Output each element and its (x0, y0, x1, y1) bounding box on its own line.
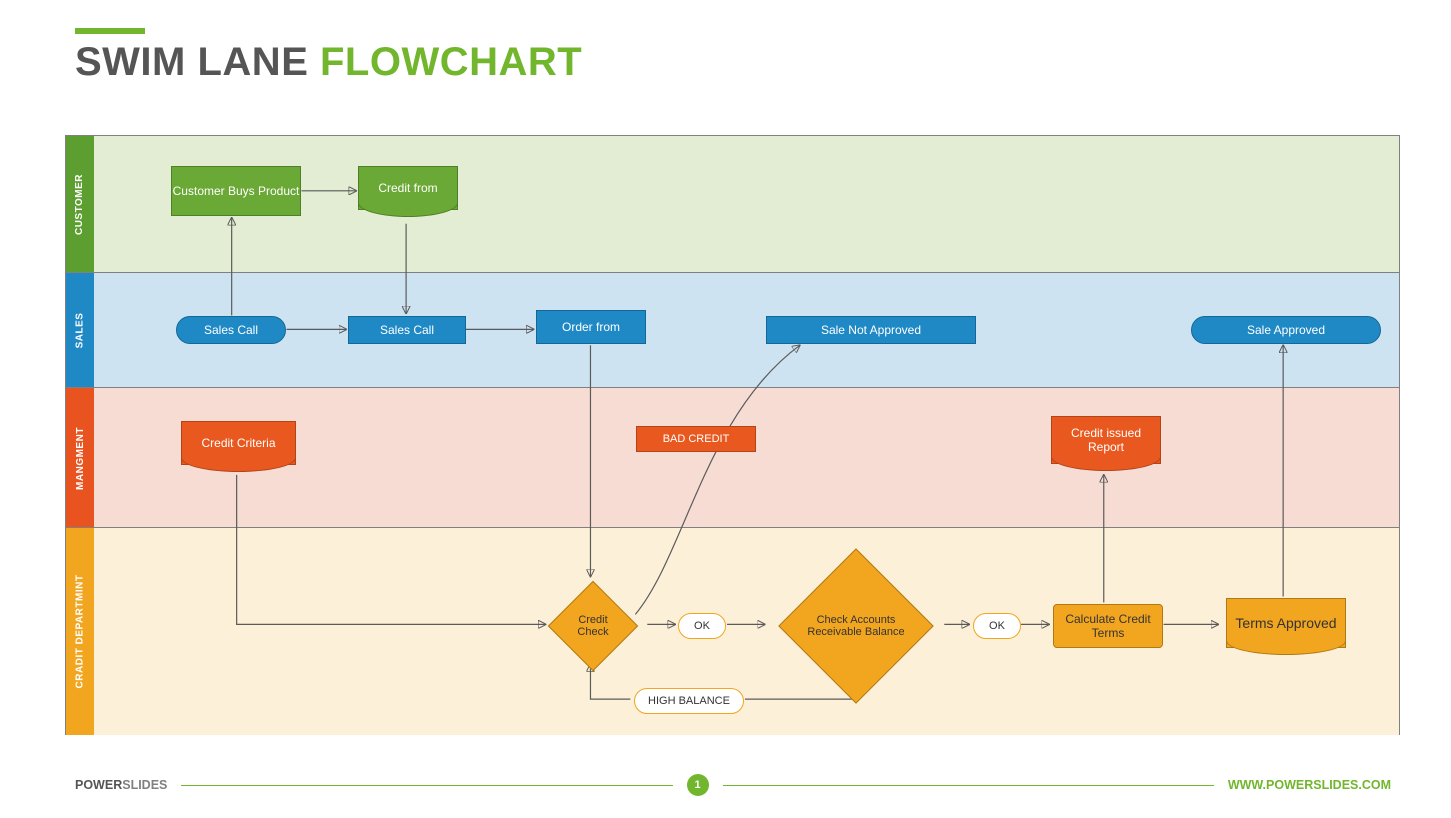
page-title: SWIM LANE FLOWCHART (75, 40, 582, 85)
node-customer-buys: Customer Buys Product (171, 166, 301, 216)
footer-brand: POWERSLIDES (75, 778, 167, 792)
lane-label-management: MANGMENT (66, 388, 94, 528)
node-ok-2-text: OK (989, 620, 1005, 632)
node-sales-call-2: Sales Call (348, 316, 466, 344)
title-part1: SWIM LANE (75, 40, 320, 84)
node-calculate-credit-terms-text: Calculate Credit Terms (1054, 612, 1162, 640)
node-high-balance-text: HIGH BALANCE (648, 695, 730, 707)
node-sales-call-1: Sales Call (176, 316, 286, 344)
footer-rule-left (181, 785, 672, 786)
node-sale-approved: Sale Approved (1191, 316, 1381, 344)
lane-label-customer-text: CUSTOMER (75, 173, 86, 234)
node-terms-approved: Terms Approved (1226, 598, 1346, 648)
node-terms-approved-text: Terms Approved (1235, 615, 1336, 631)
node-credit-from-text: Credit from (378, 181, 437, 195)
lane-label-sales: SALES (66, 273, 94, 388)
node-sales-call-2-text: Sales Call (380, 323, 434, 337)
node-bad-credit-text: BAD CREDIT (663, 433, 730, 445)
footer-brand-1: POWER (75, 778, 122, 792)
node-sale-not-approved: Sale Not Approved (766, 316, 976, 344)
swimlane-chart: CUSTOMER SALES MANGMENT CRADIT DEPARTMIN… (65, 135, 1400, 735)
node-bad-credit: BAD CREDIT (636, 426, 756, 452)
lane-label-credit-text: CRADIT DEPARTMINT (75, 575, 86, 689)
footer-page-number-text: 1 (695, 779, 701, 791)
node-order-from-text: Order from (562, 320, 620, 334)
node-credit-criteria: Credit Criteria (181, 421, 296, 465)
node-ok-1: OK (678, 613, 726, 639)
title-part2: FLOWCHART (320, 40, 582, 84)
node-order-from: Order from (536, 310, 646, 344)
lane-label-credit: CRADIT DEPARTMINT (66, 528, 94, 735)
node-check-accounts-text: Check Accounts Receivable Balance (802, 614, 910, 638)
node-calculate-credit-terms: Calculate Credit Terms (1053, 604, 1163, 648)
node-credit-check-text: Credit Check (562, 614, 624, 638)
footer-rule-right (723, 785, 1214, 786)
node-credit-issued-report: Credit issued Report (1051, 416, 1161, 464)
node-high-balance: HIGH BALANCE (634, 688, 744, 714)
node-credit-issued-report-text: Credit issued Report (1052, 426, 1160, 454)
slide: SWIM LANE FLOWCHART CUSTOMER SALES MANGM… (0, 0, 1451, 818)
node-credit-from: Credit from (358, 166, 458, 210)
footer-page-number: 1 (687, 774, 709, 796)
node-sale-not-approved-text: Sale Not Approved (821, 323, 921, 337)
node-ok-2: OK (973, 613, 1021, 639)
lane-label-management-text: MANGMENT (75, 427, 86, 490)
lane-label-customer: CUSTOMER (66, 136, 94, 272)
accent-bar (75, 28, 145, 34)
footer: POWERSLIDES 1 WWW.POWERSLIDES.COM (75, 774, 1391, 796)
node-ok-1-text: OK (694, 620, 710, 632)
node-credit-criteria-text: Credit Criteria (201, 436, 275, 450)
lane-label-sales-text: SALES (75, 313, 86, 349)
node-customer-buys-text: Customer Buys Product (173, 184, 300, 198)
lane-body-credit (94, 528, 1399, 735)
footer-brand-2: SLIDES (122, 778, 167, 792)
node-sale-approved-text: Sale Approved (1247, 323, 1325, 337)
node-sales-call-1-text: Sales Call (204, 323, 258, 337)
footer-url: WWW.POWERSLIDES.COM (1228, 778, 1391, 792)
